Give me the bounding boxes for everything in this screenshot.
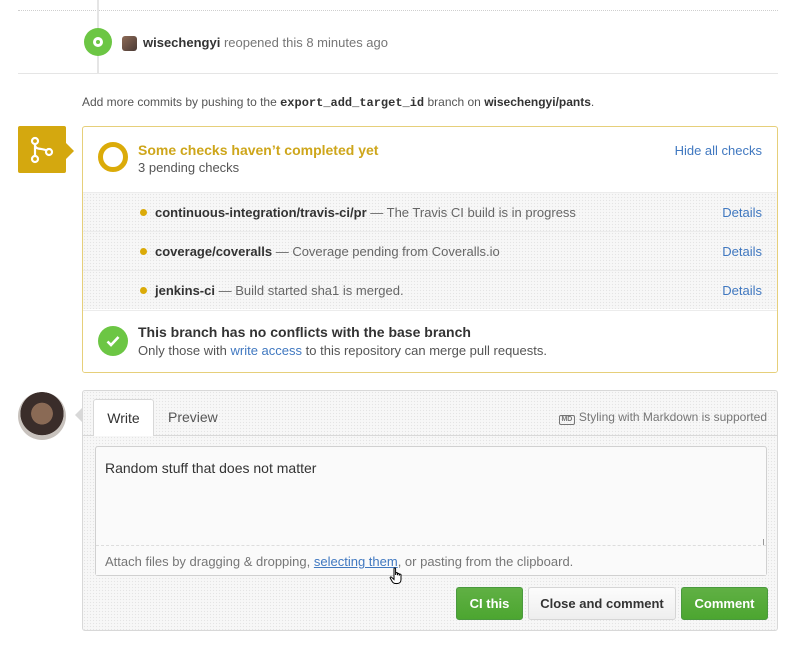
conflict-text-prefix: Only those with: [138, 343, 227, 358]
comment-button[interactable]: Comment: [681, 587, 768, 620]
user-mini-avatar[interactable]: [122, 36, 137, 51]
check-label: coverage/coveralls — Coverage pending fr…: [155, 244, 500, 259]
timeline-event: wisechengyi reopened this 8 minutes ago: [143, 35, 388, 50]
timeline-separator: [18, 10, 778, 11]
timeline-divider: [18, 73, 778, 74]
no-conflicts-row: This branch has no conflicts with the ba…: [83, 310, 777, 372]
tab-write[interactable]: Write: [93, 399, 154, 436]
hide-all-checks-link[interactable]: Hide all checks: [675, 143, 762, 158]
merge-branch-badge: [18, 126, 66, 173]
check-name: jenkins-ci: [155, 283, 215, 298]
pending-dot-icon: [140, 209, 147, 216]
event-username[interactable]: wisechengyi: [143, 35, 220, 50]
merge-badge-pointer: [66, 143, 74, 159]
check-name: continuous-integration/travis-ci/pr: [155, 205, 367, 220]
check-description: — Build started sha1 is merged.: [218, 283, 404, 298]
check-name: coverage/coveralls: [155, 244, 273, 259]
check-label: continuous-integration/travis-ci/pr — Th…: [155, 205, 576, 220]
hand-pointer-icon: [389, 567, 402, 584]
merge-status-box: Some checks haven’t completed yet 3 pend…: [82, 126, 778, 373]
select-files-link[interactable]: selecting them: [314, 554, 398, 569]
markdown-hint[interactable]: MD Styling with Markdown is supported: [558, 410, 767, 425]
check-description: — Coverage pending from Coveralls.io: [275, 244, 500, 259]
checks-title: Some checks haven’t completed yet: [138, 142, 379, 158]
check-details-link[interactable]: Details: [722, 205, 762, 220]
no-conflicts-subtitle: Only those with write access to this rep…: [138, 343, 547, 358]
pending-dot-icon: [140, 287, 147, 294]
git-merge-icon: [30, 136, 54, 164]
check-row: jenkins-ci — Build started sha1 is merge…: [83, 270, 777, 309]
push-hint-suffix: .: [590, 95, 595, 109]
check-description: — The Travis CI build is in progress: [370, 205, 576, 220]
check-row: continuous-integration/travis-ci/pr — Th…: [83, 192, 777, 231]
attach-prefix: Attach files by dragging & dropping,: [105, 554, 311, 569]
attach-suffix: , or pasting from the clipboard.: [397, 554, 574, 569]
no-conflicts-title: This branch has no conflicts with the ba…: [138, 324, 471, 340]
check-details-link[interactable]: Details: [722, 244, 762, 259]
branch-name: export_add_target_id: [280, 96, 425, 110]
check-row: coverage/coveralls — Coverage pending fr…: [83, 231, 777, 270]
attach-files-text: Attach files by dragging & dropping, sel…: [105, 554, 573, 569]
ci-this-button[interactable]: CI this: [456, 587, 523, 620]
tab-preview[interactable]: Preview: [168, 399, 218, 436]
check-mark-icon: [98, 326, 128, 356]
comment-textarea[interactable]: Random stuff that does not matter Attach…: [95, 446, 767, 584]
write-access-link[interactable]: write access: [231, 343, 303, 358]
push-hint: Add more commits by pushing to the expor…: [82, 95, 594, 110]
conflict-text-suffix: to this repository can merge pull reques…: [305, 343, 547, 358]
check-label: jenkins-ci — Build started sha1 is merge…: [155, 283, 404, 298]
event-action: reopened this 8 minutes ago: [223, 35, 388, 50]
comment-text: Random stuff that does not matter: [105, 460, 317, 476]
attach-files-bar[interactable]: Attach files by dragging & dropping, sel…: [96, 545, 766, 575]
push-hint-middle: branch on: [427, 95, 481, 109]
repo-name: wisechengyi/pants: [484, 95, 591, 109]
reopened-icon: [84, 28, 112, 56]
avatar[interactable]: [18, 392, 66, 440]
push-hint-prefix: Add more commits by pushing to the: [82, 95, 277, 109]
checks-subtitle: 3 pending checks: [138, 160, 240, 175]
comment-form: Write Preview MD Styling with Markdown is…: [82, 390, 778, 631]
close-and-comment-button[interactable]: Close and comment: [528, 587, 676, 620]
markdown-hint-text: Styling with Markdown is supported: [578, 410, 767, 424]
pending-dot-icon: [140, 248, 147, 255]
tab-divider: [83, 435, 777, 436]
check-details-link[interactable]: Details: [722, 283, 762, 298]
markdown-icon: MD: [558, 415, 575, 425]
pending-status-icon: [98, 142, 128, 172]
